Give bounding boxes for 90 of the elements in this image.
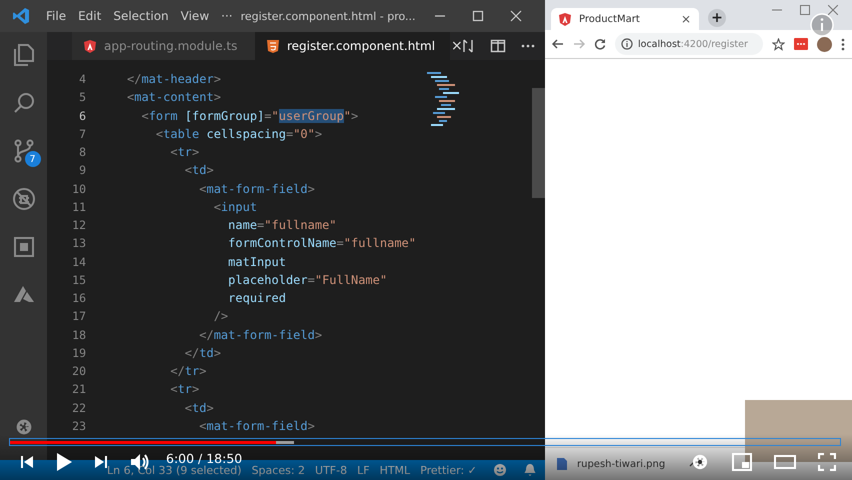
- line-number: 17: [71, 308, 86, 326]
- files-icon[interactable]: [12, 43, 36, 67]
- editor-tab[interactable]: app-routing.module.ts: [72, 32, 255, 60]
- back-icon[interactable]: [552, 38, 564, 50]
- menu-item[interactable]: Selection: [107, 9, 175, 23]
- line-number: 6: [78, 108, 86, 124]
- line-number: 20: [71, 363, 86, 380]
- code-line: <td>: [184, 162, 214, 180]
- line-number: 23: [71, 418, 86, 435]
- code-line: <td>: [184, 400, 214, 416]
- star-icon[interactable]: [772, 38, 785, 50]
- settings-icon[interactable]: [690, 452, 710, 472]
- previous-icon[interactable]: [20, 455, 34, 469]
- code-line: <mat-form-field>: [198, 418, 315, 435]
- code-line: <mat-form-field>: [198, 180, 315, 198]
- line-number: 8: [78, 144, 86, 161]
- menu-item[interactable]: View: [174, 9, 216, 23]
- line-number: 9: [78, 162, 86, 180]
- menu-item[interactable]: File: [40, 9, 72, 23]
- info-icon: [621, 38, 633, 50]
- browser-tab[interactable]: ProductMart ×: [551, 8, 699, 30]
- line-number: 12: [71, 217, 86, 234]
- html-file-icon: [267, 40, 279, 52]
- code-line: </mat-form-field>: [198, 326, 322, 344]
- minimap-drawing[interactable]: [427, 72, 459, 128]
- close-tab-button[interactable]: ×: [680, 12, 691, 26]
- code-line: <mat-content>: [127, 89, 221, 106]
- code-line: />: [212, 308, 228, 326]
- code-line: formControlName="fullname": [227, 235, 416, 252]
- code-line: <input: [212, 198, 258, 216]
- extension-icon[interactable]: [794, 38, 808, 50]
- reload-icon[interactable]: [594, 38, 606, 50]
- scrollbar-thumb[interactable]: [532, 88, 545, 198]
- selected-text: userGroup: [278, 108, 344, 122]
- code-line: </td>: [184, 344, 221, 362]
- split-editor-icon[interactable]: [490, 38, 506, 54]
- line-number: 14: [71, 254, 86, 270]
- close-tab-button[interactable]: ×: [451, 38, 463, 54]
- play-icon[interactable]: [56, 453, 72, 471]
- code-line: matInput: [227, 254, 286, 270]
- code-line: </tr>: [169, 363, 206, 380]
- smiley-icon[interactable]: [492, 463, 507, 477]
- line-number: 4: [78, 71, 86, 88]
- avatar-icon[interactable]: [817, 36, 832, 52]
- line-number: 16: [71, 290, 86, 307]
- search-icon[interactable]: [12, 91, 36, 115]
- line-number: 10: [71, 180, 86, 198]
- maximize-icon[interactable]: [800, 5, 810, 15]
- shield-icon: [559, 12, 571, 26]
- code-line: placeholder="FullName": [227, 272, 388, 289]
- shield-icon: [84, 40, 96, 52]
- miniplayer-icon[interactable]: [732, 453, 752, 471]
- line-number: 15: [71, 272, 86, 289]
- source-control-icon[interactable]: [12, 139, 36, 163]
- maximize-icon[interactable]: [472, 10, 484, 22]
- code-line: <form [formGroup]="userGroup">: [140, 108, 358, 124]
- notification-badge: 7: [24, 151, 40, 167]
- fullscreen-icon[interactable]: [818, 453, 836, 471]
- download-item[interactable]: rupesh-tiwari.png: [557, 458, 700, 470]
- line-number: 13: [71, 235, 86, 252]
- code-line: required: [227, 290, 286, 307]
- code-line: name="fullname": [227, 217, 337, 234]
- bell-icon[interactable]: [522, 463, 537, 477]
- new-tab-button[interactable]: +: [708, 9, 726, 27]
- line-number: 21: [71, 381, 86, 398]
- code-line: </mat-header>: [127, 71, 221, 88]
- line-number: 7: [78, 126, 86, 143]
- menu-item[interactable]: Edit: [72, 9, 108, 23]
- video-time: 6:00 / 18:50: [166, 452, 242, 465]
- line-number: 5: [78, 89, 86, 106]
- code-line: <table cellspacing="0">: [154, 126, 322, 143]
- address-bar[interactable]: localhost:4200/register: [615, 33, 763, 55]
- line-number: 22: [71, 400, 86, 416]
- more-menu[interactable]: ···: [215, 9, 239, 23]
- line-number: 19: [71, 344, 86, 362]
- line-number: 18: [71, 326, 86, 344]
- code-line: <tr>: [169, 381, 200, 398]
- next-icon[interactable]: [94, 455, 108, 469]
- close-icon[interactable]: [828, 5, 838, 15]
- line-number: 11: [71, 198, 86, 216]
- code-editor-logo-icon: [12, 7, 30, 25]
- code-line: <tr>: [169, 144, 200, 161]
- file-icon: [557, 458, 567, 470]
- theater-mode-icon[interactable]: [774, 454, 796, 470]
- extensions-icon[interactable]: [12, 235, 36, 259]
- window-title: register.component.html - pro...: [240, 10, 416, 22]
- progress-bar[interactable]: [9, 438, 841, 446]
- close-icon[interactable]: [510, 10, 522, 22]
- no-bug-icon[interactable]: [12, 187, 36, 211]
- menu-icon[interactable]: [841, 38, 845, 50]
